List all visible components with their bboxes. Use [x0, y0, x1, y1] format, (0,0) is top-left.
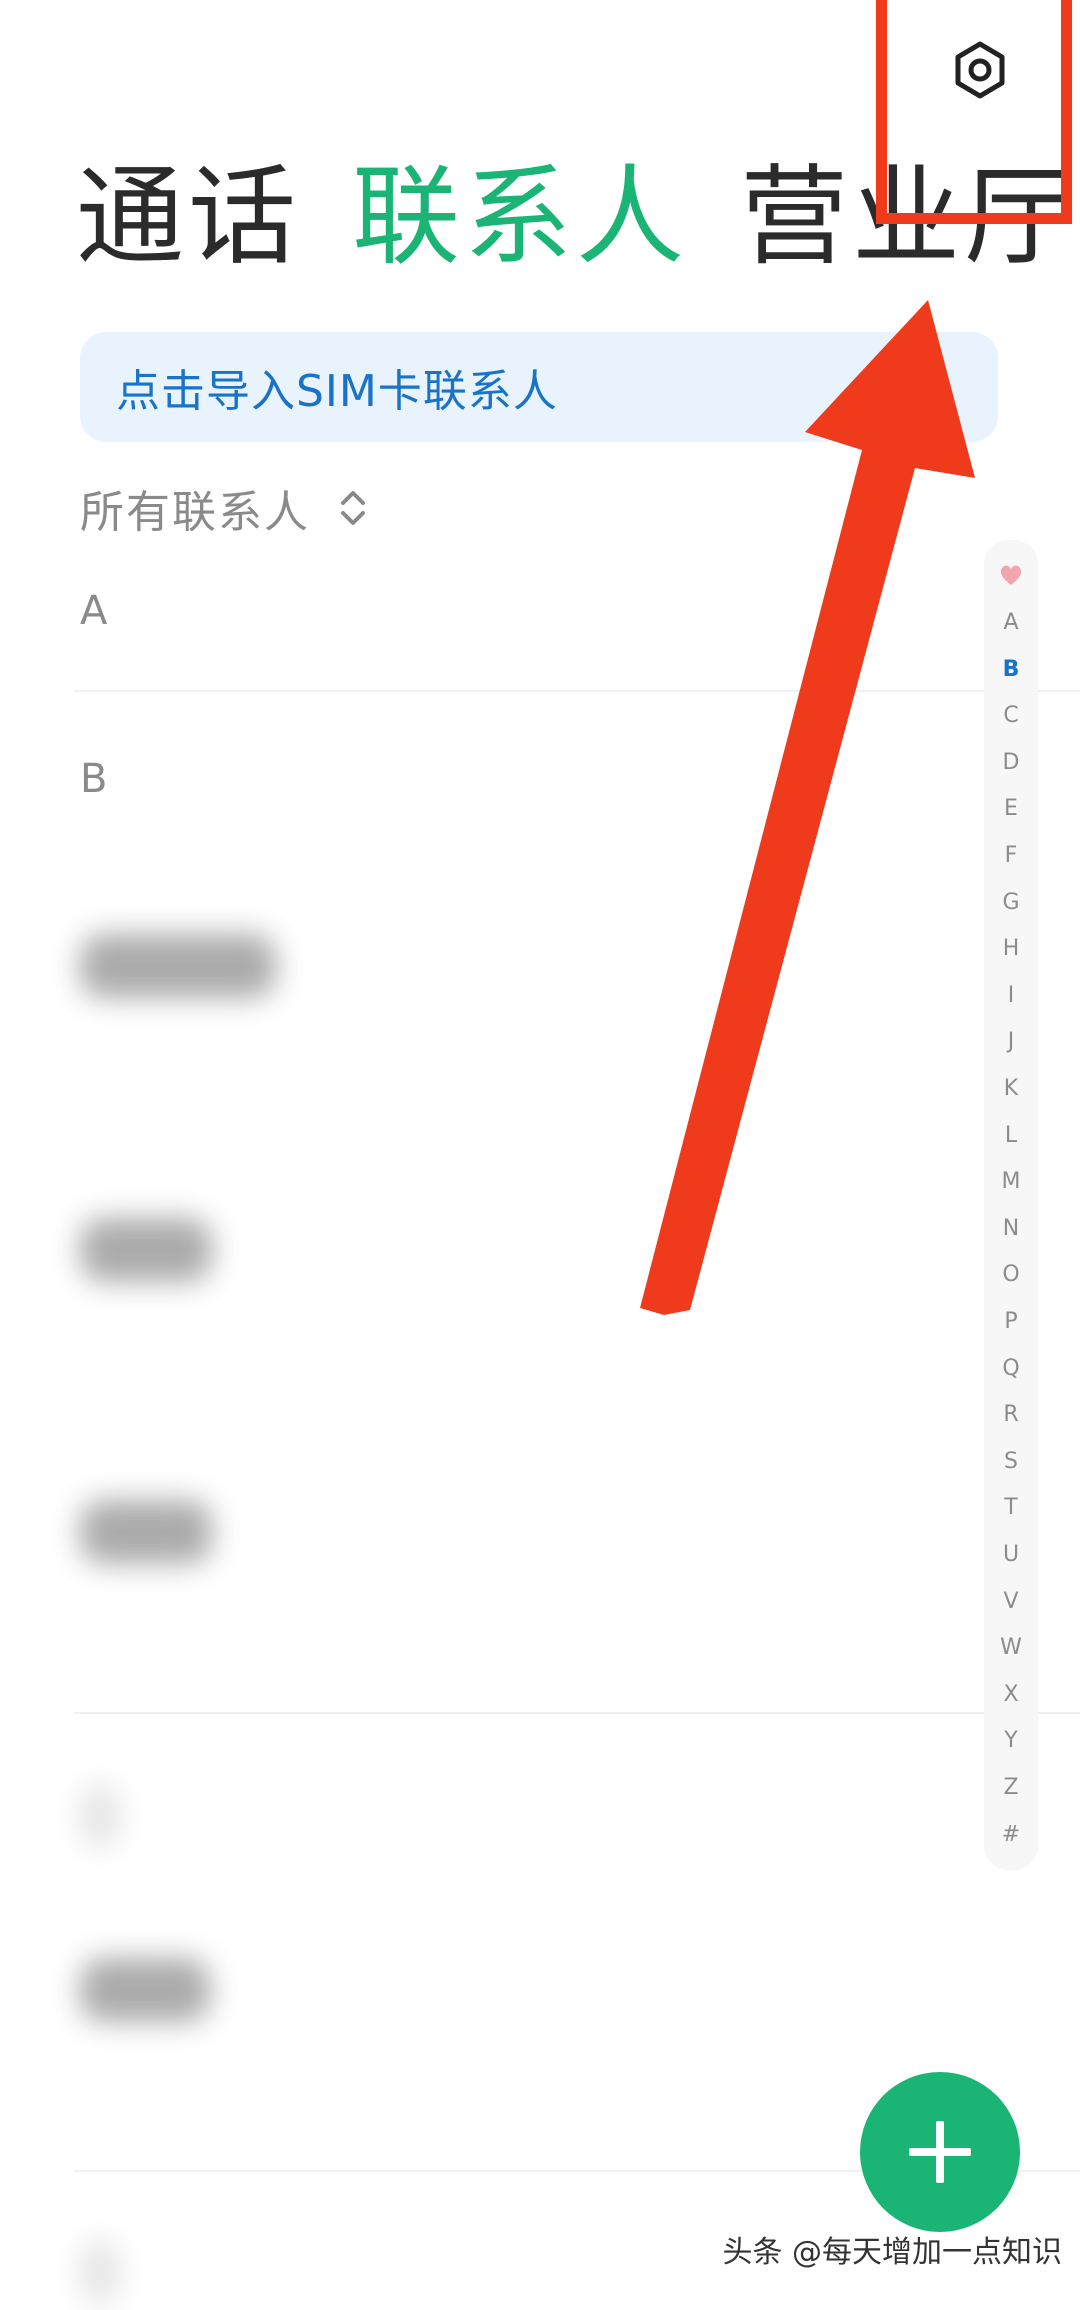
alphabet-index-t[interactable]: T	[984, 1493, 1038, 1523]
alphabet-index-s[interactable]: S	[984, 1447, 1038, 1477]
blurred-section-letter	[80, 1784, 120, 1848]
alphabet-index[interactable]: A B C D E F G H I J K L M N O P Q R S T U V W X Y Z #	[984, 540, 1038, 1870]
divider	[74, 1712, 1080, 1714]
alphabet-index-l[interactable]: L	[984, 1121, 1038, 1151]
alphabet-index-m[interactable]: M	[984, 1167, 1038, 1197]
import-sim-banner[interactable]: 点击导入SIM卡联系人	[80, 332, 998, 442]
alphabet-index-z[interactable]: Z	[984, 1773, 1038, 1803]
favorites-heart-icon[interactable]	[998, 562, 1024, 588]
import-sim-label: 点击导入SIM卡联系人	[116, 366, 558, 417]
alphabet-index-d[interactable]: D	[984, 748, 1038, 778]
section-header-b: B	[80, 756, 108, 802]
alphabet-index-b[interactable]: B	[984, 655, 1038, 685]
blurred-contact-name	[80, 1958, 210, 2022]
alphabet-index-y[interactable]: Y	[984, 1726, 1038, 1756]
alphabet-index-r[interactable]: R	[984, 1400, 1038, 1430]
blurred-contact-name	[80, 1218, 212, 1282]
contact-row	[80, 1784, 120, 1854]
tab-contacts[interactable]: 联系人	[352, 158, 688, 278]
alphabet-index-a[interactable]: A	[984, 608, 1038, 638]
alphabet-index-k[interactable]: K	[984, 1074, 1038, 1104]
alphabet-index-q[interactable]: Q	[984, 1354, 1038, 1384]
tab-calls[interactable]: 通话	[76, 158, 300, 278]
plus-icon	[909, 2121, 971, 2183]
sort-chevron-icon	[341, 491, 365, 525]
contact-filter[interactable]: 所有联系人	[80, 478, 368, 538]
alphabet-index-x[interactable]: X	[984, 1680, 1038, 1710]
alphabet-index-f[interactable]: F	[984, 841, 1038, 871]
alphabet-index-c[interactable]: C	[984, 701, 1038, 731]
blurred-section-letter	[80, 2240, 120, 2304]
alphabet-index-n[interactable]: N	[984, 1214, 1038, 1244]
blurred-contact-name	[80, 1500, 212, 1564]
alphabet-index-o[interactable]: O	[984, 1260, 1038, 1290]
alphabet-index-i[interactable]: I	[984, 981, 1038, 1011]
contact-filter-label: 所有联系人	[80, 487, 310, 538]
contact-row[interactable]	[80, 1500, 212, 1570]
contact-row	[80, 2240, 120, 2310]
divider	[74, 690, 1080, 692]
watermark: 头条 @每天增加一点知识	[722, 2235, 1062, 2270]
alphabet-index-w[interactable]: W	[984, 1633, 1038, 1663]
annotation-highlight-box	[876, 0, 1072, 224]
alphabet-index-j[interactable]: J	[984, 1027, 1038, 1057]
contact-row[interactable]	[80, 934, 276, 1004]
alphabet-index-u[interactable]: U	[984, 1540, 1038, 1570]
alphabet-index-hash[interactable]: #	[984, 1820, 1038, 1850]
section-header-a: A	[80, 588, 108, 634]
contact-row[interactable]	[80, 1958, 210, 2028]
blurred-contact-name	[80, 934, 276, 998]
alphabet-index-h[interactable]: H	[984, 934, 1038, 964]
add-contact-button[interactable]	[860, 2072, 1020, 2232]
alphabet-index-g[interactable]: G	[984, 888, 1038, 918]
alphabet-index-p[interactable]: P	[984, 1307, 1038, 1337]
contact-row[interactable]	[80, 1218, 212, 1288]
alphabet-index-e[interactable]: E	[984, 794, 1038, 824]
alphabet-index-v[interactable]: V	[984, 1587, 1038, 1617]
